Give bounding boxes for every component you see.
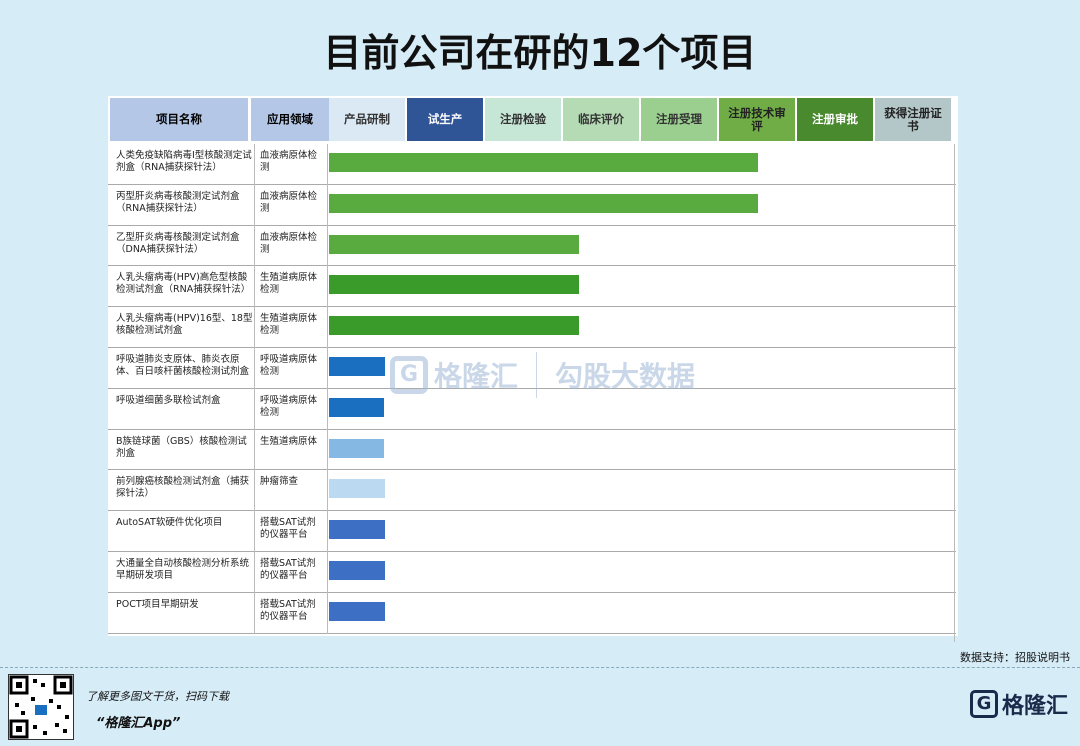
row-name-9: AutoSAT软硬件优化项目 (116, 517, 223, 529)
row-name-6: 呼吸道细菌多联检试剂盒 (116, 394, 221, 406)
bar-1 (329, 193, 758, 213)
row-name-0: 人类免疫缺陷病毒I型核酸测定试剂盒（RNA捕获探针法） (116, 150, 252, 173)
watermark-logo-icon: G (390, 356, 428, 394)
page-title: 目前公司在研的12个项目 (323, 31, 757, 75)
row-divider-1 (108, 224, 956, 226)
row-domain-2: 血液病原体检测 (260, 231, 318, 255)
header-stage-0: 产品研制 (329, 98, 405, 141)
header-stage-2: 注册检验 (485, 98, 561, 141)
watermark-right-text: 勾股大数据 (555, 360, 696, 393)
col-separator-0 (254, 144, 255, 634)
bar-9 (329, 520, 385, 540)
row-name-4: 人乳头瘤病毒(HPV)16型、18型核酸检测试剂盒 (116, 313, 253, 337)
row-domain-5: 呼吸道病原体检测 (260, 354, 318, 377)
row-divider-10 (108, 591, 956, 593)
row-name-7: B族链球菌（GBS）核酸检测试剂盒 (116, 435, 247, 459)
row-name-8: 前列腺癌核酸检测试剂盒（捕获探针法） (116, 476, 250, 500)
row-divider-0 (108, 183, 956, 185)
row-divider-11 (108, 632, 956, 634)
header-stage-7: 获得注册证书 (875, 98, 951, 141)
header-domain-col: 应用领域 (251, 98, 329, 141)
row-domain-6: 呼吸道病原体检测 (260, 394, 318, 418)
header-stage-5: 注册技术审评 (719, 98, 795, 141)
row-divider-2 (108, 265, 956, 267)
row-domain-0: 血液病原体检测 (260, 150, 318, 173)
row-domain-8: 肿瘤筛查 (260, 476, 299, 488)
bar-4 (329, 316, 579, 336)
row-name-3: 人乳头瘤病毒(HPV)高危型核酸检测试剂盒（RNA捕获探针法） (116, 272, 251, 296)
bar-7 (329, 438, 384, 458)
bar-10 (329, 561, 385, 580)
row-name-10: 大通量全自动核酸检测分析系统早期研发项目 (116, 558, 250, 581)
row-name-2: 乙型肝炎病毒核酸测定试剂盒（DNA捕获探针法） (116, 231, 240, 255)
row-divider-4 (108, 347, 956, 348)
row-domain-4: 生殖道病原体检测 (260, 313, 318, 337)
bar-11 (329, 601, 385, 621)
row-domain-10: 搭载SAT试剂的仪器平台 (260, 558, 316, 581)
row-name-5: 呼吸道肺炎支原体、肺炎衣原体、百日咳杆菌核酸检测试剂盒 (116, 354, 250, 377)
row-domain-9: 搭载SAT试剂的仪器平台 (260, 517, 316, 541)
footer-line2: “格隆汇App” (96, 716, 181, 731)
bar-5 (329, 357, 385, 376)
watermark-left-text: 格隆汇 (434, 360, 519, 393)
footer-divider (0, 667, 1080, 668)
row-domain-11: 搭载SAT试剂的仪器平台 (260, 598, 316, 622)
row-name-1: 丙型肝炎病毒核酸测定试剂盒（RNA捕获探针法） (116, 190, 240, 214)
brand-name: 格隆汇 (1002, 694, 1069, 719)
row-divider-7 (108, 469, 956, 471)
bar-0 (329, 153, 758, 172)
right-border (954, 144, 955, 642)
source-note: 数据支持：招股说明书 (960, 651, 1070, 664)
row-name-11: POCT项目早期研发 (116, 598, 199, 610)
header-stage-3: 临床评价 (563, 98, 639, 141)
bar-3 (329, 275, 579, 295)
watermark-separator (536, 352, 538, 398)
footer-line1: 了解更多图文干货，扫码下载 (86, 690, 229, 703)
row-domain-7: 生殖道病原体 (260, 435, 318, 447)
header-stage-1: 试生产 (407, 98, 483, 141)
header-stage-6: 注册审批 (797, 98, 873, 141)
row-divider-3 (108, 306, 956, 308)
qr-code-icon (8, 674, 74, 740)
row-divider-6 (108, 428, 956, 430)
row-domain-1: 血液病原体检测 (260, 190, 318, 214)
bar-2 (329, 234, 579, 254)
row-divider-8 (108, 510, 956, 512)
brand-logo: G 格隆汇 (970, 688, 1068, 720)
bar-6 (329, 397, 384, 417)
header-stage-4: 注册受理 (641, 98, 717, 141)
row-domain-3: 生殖道病原体检测 (260, 272, 318, 296)
g-logo-icon: G (970, 690, 998, 718)
header-name-col: 项目名称 (110, 98, 248, 141)
row-divider-9 (108, 551, 956, 552)
watermark: G 格隆汇 勾股大数据 (390, 352, 695, 398)
bar-8 (329, 479, 385, 499)
col-separator-1 (327, 144, 328, 634)
